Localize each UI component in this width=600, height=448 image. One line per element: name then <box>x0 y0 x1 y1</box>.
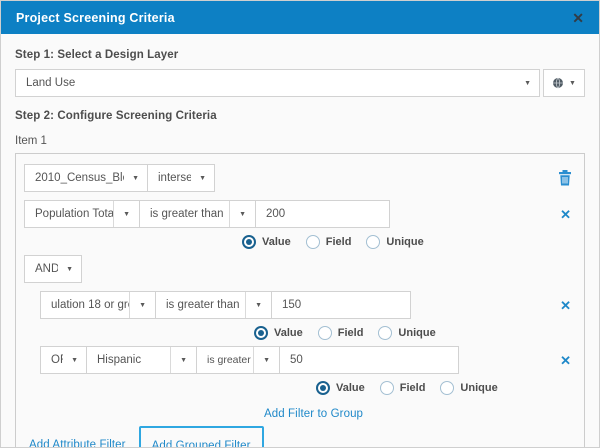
chevron-down-icon: ▼ <box>245 292 271 318</box>
filter1-row: Population Total ▼ is greater than ▼ ✕ <box>24 200 574 228</box>
chevron-down-icon: ▼ <box>253 347 279 373</box>
project-screening-criteria-dialog: Project Screening Criteria ✕ Step 1: Sel… <box>0 0 600 448</box>
filter1-radio-group: Value Field Unique <box>242 235 574 249</box>
filter2-radio-group: Value Field Unique <box>254 326 574 340</box>
filter3-value-input[interactable] <box>279 346 459 374</box>
radio-label-field: Field <box>337 327 364 339</box>
delete-item-button[interactable] <box>556 170 574 186</box>
step1-label: Step 1: Select a Design Layer <box>15 49 179 61</box>
radio-label-unique: Unique <box>398 327 436 339</box>
filter2-radio-value[interactable] <box>254 326 268 340</box>
filter2-value-input[interactable] <box>271 291 411 319</box>
chevron-down-icon: ▼ <box>229 201 255 227</box>
chevron-down-icon: ▼ <box>129 292 155 318</box>
filter3-remove-icon[interactable]: ✕ <box>557 354 574 367</box>
design-layer-value: Land Use <box>26 77 76 89</box>
filter1-radio-field[interactable] <box>305 235 320 249</box>
filter3-radio-unique[interactable] <box>440 381 455 395</box>
filter1-operator-select[interactable]: is greater than ▼ <box>139 200 256 228</box>
filter3-operator-value: is greater than <box>207 354 253 366</box>
add-grouped-filter-highlight: Add Grouped Filter <box>138 426 264 447</box>
radio-label-field: Field <box>399 382 426 394</box>
filter3-radio-value[interactable] <box>316 381 330 395</box>
radio-label-value: Value <box>336 382 365 394</box>
item-bottom-links: Add Attribute Filter Add Grouped Filter <box>24 426 574 447</box>
filter1-operator-value: is greater than <box>150 208 224 220</box>
filter3-row: OR ▼ Hispanic ▼ is greater than ▼ ✕ <box>40 346 574 374</box>
item1-container: 2010_Census_Blocks ▼ intersects ▼ <box>15 153 585 447</box>
filter2-radio-unique[interactable] <box>378 326 393 340</box>
filter3-operator-select[interactable]: is greater than ▼ <box>196 346 280 374</box>
filter2-field-value: ulation 18 or greater <box>51 299 129 311</box>
add-filter-to-group-row: Add Filter to Group <box>24 404 574 422</box>
chevron-down-icon: ▼ <box>66 265 73 273</box>
filter3-field-value: Hispanic <box>97 354 142 366</box>
filter2-operator-value: is greater than <box>166 299 240 311</box>
chevron-down-icon: ▼ <box>170 347 196 373</box>
logic-operator-row: AND ▼ <box>24 255 574 283</box>
layer-picker-button[interactable]: ▼ <box>543 69 585 97</box>
filter1-value-input[interactable] <box>255 200 390 228</box>
filter3-logic-select[interactable]: OR ▼ <box>40 346 87 374</box>
dialog-header: Project Screening Criteria ✕ <box>1 1 599 34</box>
filter1-field-select[interactable]: Population Total ▼ <box>24 200 140 228</box>
chevron-down-icon: ▼ <box>132 174 139 182</box>
filter-layer-select[interactable]: 2010_Census_Blocks ▼ <box>24 164 148 192</box>
chevron-down-icon: ▼ <box>199 174 206 182</box>
filter2-field-select[interactable]: ulation 18 or greater ▼ <box>40 291 156 319</box>
logic-operator-value: AND <box>35 263 59 275</box>
radio-label-field: Field <box>325 236 352 248</box>
filter1-remove-icon[interactable]: ✕ <box>557 208 574 221</box>
trash-icon <box>559 170 571 186</box>
filter3-radio-field[interactable] <box>379 381 394 395</box>
filter3-field-select[interactable]: Hispanic ▼ <box>86 346 197 374</box>
spatial-operator-value: intersects <box>158 172 191 184</box>
add-attribute-filter-link[interactable]: Add Attribute Filter <box>29 439 126 447</box>
globe-icon <box>553 77 564 89</box>
filter3-logic-value: OR <box>51 354 63 366</box>
spatial-operator-select[interactable]: intersects ▼ <box>147 164 215 192</box>
design-layer-select[interactable]: Land Use ▼ <box>15 69 540 97</box>
add-grouped-filter-link[interactable]: Add Grouped Filter <box>152 440 251 447</box>
step2-label: Step 2: Configure Screening Criteria <box>15 110 217 122</box>
dialog-title: Project Screening Criteria <box>16 10 175 25</box>
filter2-operator-select[interactable]: is greater than ▼ <box>155 291 272 319</box>
filter2-radio-field[interactable] <box>317 326 332 340</box>
close-icon[interactable]: ✕ <box>572 11 584 25</box>
radio-label-value: Value <box>262 236 291 248</box>
chevron-down-icon: ▼ <box>113 201 139 227</box>
logic-operator-select[interactable]: AND ▼ <box>24 255 82 283</box>
radio-label-value: Value <box>274 327 303 339</box>
filter-layer-value: 2010_Census_Blocks <box>35 172 124 184</box>
filter1-field-value: Population Total <box>35 208 114 220</box>
filter2-remove-icon[interactable]: ✕ <box>557 299 574 312</box>
filter1-radio-value[interactable] <box>242 235 256 249</box>
filter1-radio-unique[interactable] <box>366 235 381 249</box>
add-filter-to-group-link[interactable]: Add Filter to Group <box>264 408 363 420</box>
chevron-down-icon: ▼ <box>71 356 78 364</box>
radio-label-unique: Unique <box>460 382 498 394</box>
filter2-row: ulation 18 or greater ▼ is greater than … <box>40 291 574 319</box>
chevron-down-icon: ▼ <box>569 79 576 87</box>
filter3-radio-group: Value Field Unique <box>316 381 574 395</box>
chevron-down-icon: ▼ <box>524 79 531 87</box>
item1-label: Item 1 <box>15 135 47 147</box>
layer-filter-row: 2010_Census_Blocks ▼ intersects ▼ <box>24 164 574 192</box>
radio-label-unique: Unique <box>386 236 424 248</box>
